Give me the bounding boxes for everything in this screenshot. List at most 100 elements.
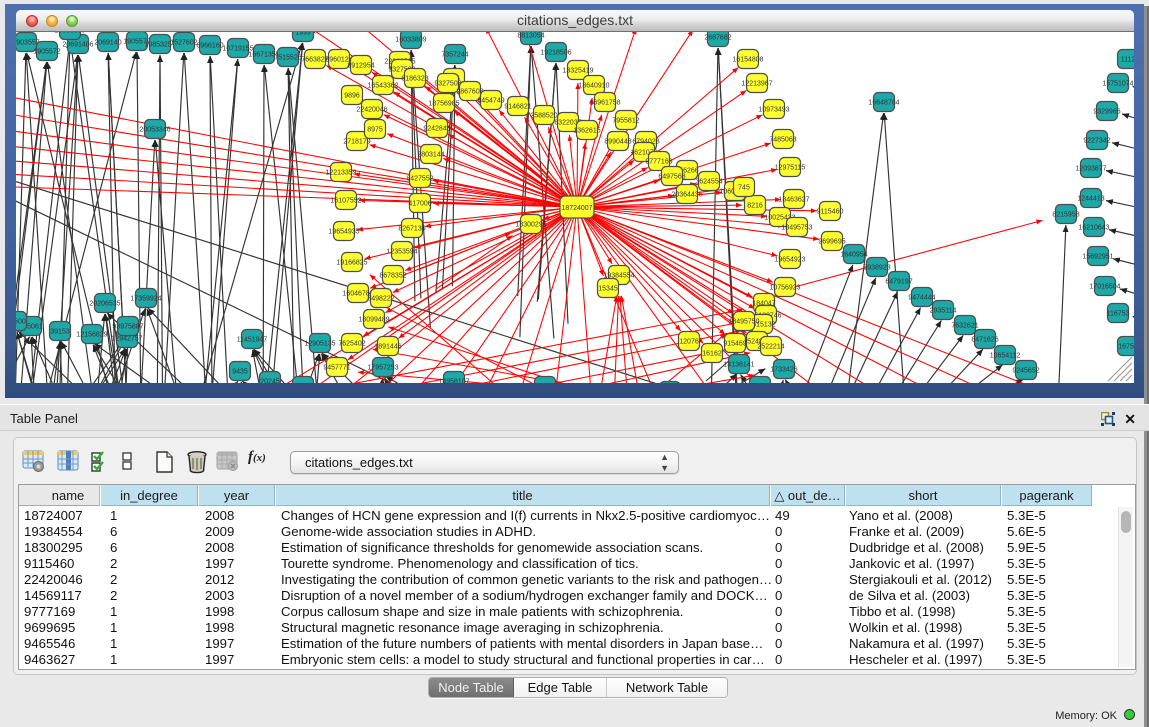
svg-text:417006: 417006	[408, 201, 431, 208]
svg-text:12942757: 12942757	[111, 336, 142, 343]
svg-text:12093877: 12093877	[1075, 166, 1106, 173]
svg-text:15751074: 15751074	[1102, 81, 1133, 88]
svg-text:8216: 8216	[747, 203, 763, 210]
svg-text:17359924: 17359924	[130, 296, 161, 303]
svg-text:8471626: 8471626	[971, 337, 998, 344]
svg-text:7485063: 7485063	[769, 137, 796, 144]
svg-text:20206535: 20206535	[89, 301, 120, 308]
svg-text:8215958: 8215958	[1052, 212, 1079, 219]
svg-text:6479197: 6479197	[885, 279, 912, 286]
svg-text:12353594: 12353594	[386, 249, 417, 256]
svg-text:18300295: 18300295	[515, 222, 546, 229]
svg-text:8186328: 8186328	[401, 76, 428, 83]
svg-text:16154808: 16154808	[732, 57, 763, 64]
svg-text:20053346: 20053346	[139, 127, 170, 134]
svg-text:16757: 16757	[1118, 344, 1134, 351]
svg-text:12213359: 12213359	[325, 170, 356, 177]
svg-text:16053809: 16053809	[54, 32, 85, 35]
svg-text:16162: 16162	[702, 351, 722, 358]
svg-text:9777169: 9777169	[645, 159, 672, 166]
svg-text:7515526: 7515526	[274, 55, 301, 62]
svg-text:17016504: 17016504	[1089, 284, 1120, 291]
svg-text:7625402: 7625402	[338, 341, 365, 348]
svg-text:8678352: 8678352	[379, 273, 406, 280]
svg-text:10654112: 10654112	[990, 353, 1021, 360]
svg-text:19654923: 19654923	[774, 257, 805, 264]
svg-text:18756985: 18756985	[428, 101, 459, 108]
svg-text:9242848: 9242848	[423, 126, 450, 133]
svg-text:18495750: 18495750	[728, 319, 759, 326]
svg-text:10756923: 10756923	[769, 285, 800, 292]
svg-text:915469: 915469	[723, 341, 746, 348]
svg-text:1527602: 1527602	[170, 40, 197, 47]
svg-text:2588520: 2588520	[530, 113, 557, 120]
svg-text:8267130: 8267130	[398, 226, 425, 233]
svg-text:20691406: 20691406	[62, 42, 93, 49]
svg-text:2069140: 2069140	[94, 40, 121, 47]
svg-text:19218506: 19218506	[540, 50, 571, 57]
svg-text:18463627: 18463627	[778, 197, 809, 204]
svg-text:6497568: 6497568	[658, 174, 685, 181]
svg-text:2522214: 2522214	[757, 344, 784, 351]
svg-text:20245: 20245	[260, 379, 280, 384]
svg-text:3498222: 3498222	[367, 296, 394, 303]
svg-text:9896: 9896	[344, 93, 360, 100]
svg-text:1999: 1999	[295, 32, 311, 37]
svg-text:1244413: 1244413	[1077, 196, 1104, 203]
svg-text:2687682: 2687682	[704, 35, 731, 42]
svg-text:12905135: 12905135	[304, 341, 335, 348]
svg-text:9327508: 9327508	[434, 81, 461, 88]
svg-text:16210643: 16210643	[1078, 225, 1109, 232]
svg-text:16107552: 16107552	[330, 198, 361, 205]
svg-text:3624554: 3624554	[695, 179, 722, 186]
svg-text:39153: 39153	[50, 329, 70, 336]
svg-text:2867608: 2867608	[456, 89, 483, 96]
svg-text:745: 745	[738, 185, 750, 192]
svg-text:11451947: 11451947	[237, 337, 268, 344]
svg-text:18724007: 18724007	[561, 205, 592, 212]
svg-text:6966160: 6966160	[196, 43, 223, 50]
svg-text:16648784: 16648784	[868, 100, 899, 107]
svg-text:8938923: 8938923	[863, 265, 890, 272]
svg-text:8990448: 8990448	[604, 139, 631, 146]
svg-text:15345: 15345	[598, 286, 618, 293]
svg-text:12156829: 12156829	[76, 332, 107, 339]
svg-text:7632621: 7632621	[951, 323, 978, 330]
svg-text:2935114: 2935114	[930, 308, 957, 315]
svg-text:9227342: 9227342	[1083, 138, 1110, 145]
svg-text:9435: 9435	[232, 369, 248, 376]
svg-text:9115460: 9115460	[817, 209, 844, 216]
svg-text:8454749: 8454749	[477, 98, 504, 105]
svg-text:9699695: 9699695	[818, 239, 845, 246]
svg-text:9457771: 9457771	[323, 365, 350, 372]
svg-text:18495753: 18495753	[781, 225, 812, 232]
svg-text:9245652: 9245652	[1012, 368, 1039, 375]
svg-text:7955812: 7955812	[612, 118, 639, 125]
svg-text:10973493: 10973493	[758, 107, 789, 114]
svg-text:14136141: 14136141	[723, 362, 754, 369]
svg-text:14958107: 14958107	[438, 379, 469, 384]
svg-text:17957253: 17957253	[367, 365, 398, 372]
svg-text:7357244: 7357244	[441, 52, 468, 59]
svg-text:1640954: 1640954	[840, 252, 867, 259]
svg-text:116753: 116753	[1107, 311, 1130, 318]
svg-text:1891446: 1891446	[374, 344, 401, 351]
svg-text:9329966: 9329966	[1093, 109, 1120, 116]
svg-text:9474444: 9474444	[908, 295, 935, 302]
svg-text:15692951: 15692951	[1082, 254, 1113, 261]
svg-text:1112: 1112	[1121, 57, 1134, 64]
svg-text:22420046: 22420046	[356, 107, 387, 114]
svg-text:9146821: 9146821	[504, 104, 531, 111]
svg-text:12076: 12076	[679, 339, 699, 346]
svg-text:18500: 18500	[16, 319, 26, 326]
svg-text:8912954: 8912954	[347, 63, 374, 70]
svg-text:2803144: 2803144	[417, 152, 444, 159]
svg-text:12975115: 12975115	[775, 165, 806, 172]
svg-text:8813054: 8813054	[517, 33, 544, 40]
svg-text:18640910: 18640910	[578, 83, 609, 90]
svg-text:16543362: 16543362	[367, 83, 398, 90]
svg-text:19166825: 19166825	[336, 260, 367, 267]
svg-text:18099489: 18099489	[358, 317, 389, 324]
svg-text:20364436: 20364436	[671, 192, 702, 199]
svg-text:1733426: 1733426	[770, 367, 797, 374]
